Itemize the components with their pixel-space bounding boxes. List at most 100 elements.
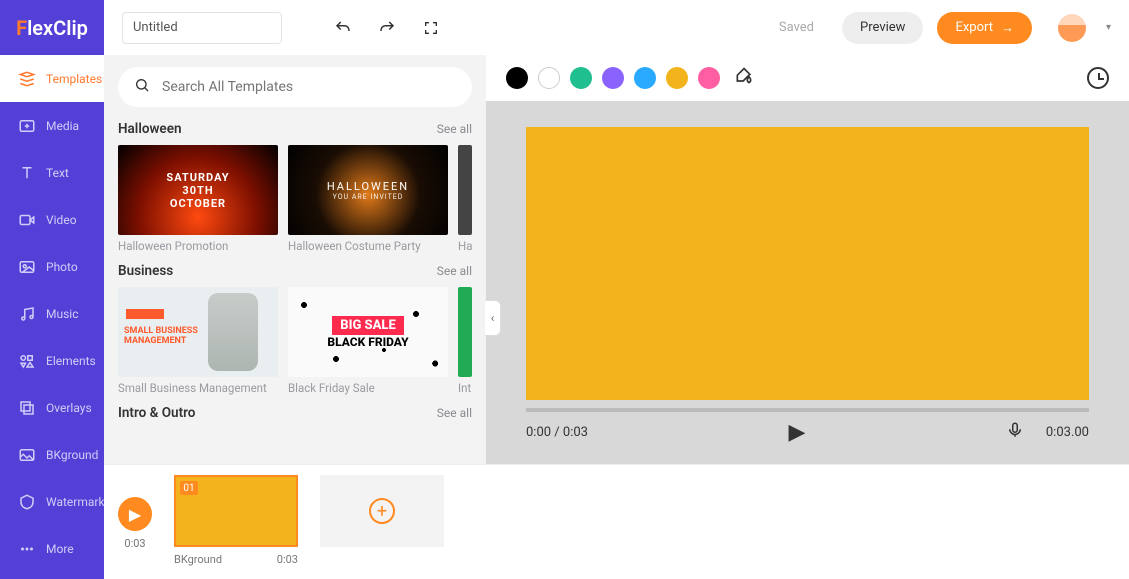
color-swatch-yellow[interactable] [666, 67, 688, 89]
video-icon [18, 211, 36, 229]
template-label: Black Friday Sale [288, 381, 448, 395]
thumb-text: HALLOWEEN [327, 180, 409, 193]
user-avatar[interactable] [1058, 14, 1086, 42]
timeline-clip[interactable]: 01 BKground 0:03 [174, 475, 298, 566]
template-label: Halloween Promotion [118, 239, 278, 253]
see-all-intro[interactable]: See all [437, 406, 472, 420]
search-input[interactable] [162, 79, 456, 95]
sidebar-item-video[interactable]: Video [0, 196, 104, 243]
template-label: Ha [458, 239, 472, 253]
sidebar-item-elements[interactable]: Elements [0, 337, 104, 384]
clip-name: BKground [174, 553, 222, 566]
left-sidebar: FlexClip Templates Media Text Video Phot… [0, 0, 104, 579]
sidebar-item-watermark[interactable]: Watermark [0, 478, 104, 525]
media-icon [18, 117, 36, 135]
redo-button[interactable] [372, 13, 402, 43]
add-scene-button[interactable]: + [320, 475, 444, 547]
see-all-halloween[interactable]: See all [437, 122, 472, 136]
template-thumb [458, 287, 472, 377]
sidebar-item-photo[interactable]: Photo [0, 243, 104, 290]
template-thumb: HALLOWEEN YOU ARE INVITED [288, 145, 448, 235]
project-title-input[interactable] [122, 12, 282, 44]
template-card[interactable]: SMALL BUSINESSMANAGEMENT Small Business … [118, 287, 278, 395]
sidebar-item-label: More [46, 542, 74, 556]
more-icon [18, 540, 36, 558]
timeline-play-button[interactable]: ▶ [118, 497, 152, 531]
template-thumb: SMALL BUSINESSMANAGEMENT [118, 287, 278, 377]
preview-button[interactable]: Preview [842, 12, 923, 44]
sidebar-item-music[interactable]: Music [0, 290, 104, 337]
preview-label: Preview [860, 20, 905, 35]
top-bar: Saved Preview Export → ▾ [104, 0, 1129, 55]
template-thumb: BIG SALE BLACK FRIDAY [288, 287, 448, 377]
record-voice-button[interactable] [1006, 421, 1024, 443]
play-button[interactable]: ▶ [788, 420, 805, 445]
user-menu-caret-icon[interactable]: ▾ [1106, 22, 1111, 33]
color-swatch-black[interactable] [506, 67, 528, 89]
thumb-text: SATURDAY [166, 171, 229, 184]
color-swatch-blue[interactable] [634, 67, 656, 89]
thumb-text: BLACK FRIDAY [327, 335, 408, 349]
thumb-subtext: YOU ARE INVITED [333, 193, 404, 201]
history-button[interactable] [1087, 67, 1109, 89]
sidebar-item-bkground[interactable]: BKground [0, 431, 104, 478]
thumb-badge [126, 309, 164, 319]
sidebar-item-more[interactable]: More [0, 525, 104, 572]
music-icon [18, 305, 36, 323]
plus-icon: + [369, 498, 395, 524]
template-card-partial[interactable]: Int [458, 287, 472, 395]
canvas-area: ‹ [486, 55, 1129, 464]
clip-duration: 0:03 [277, 553, 298, 566]
template-card[interactable]: BIG SALE BLACK FRIDAY Black Friday Sale [288, 287, 448, 395]
export-button[interactable]: Export → [937, 12, 1032, 44]
sidebar-item-templates[interactable]: Templates [0, 55, 108, 102]
template-card[interactable]: SATURDAY 30TH OCTOBER Halloween Promotio… [118, 145, 278, 253]
fullscreen-button[interactable] [416, 13, 446, 43]
template-label: Halloween Costume Party [288, 239, 448, 253]
sidebar-item-media[interactable]: Media [0, 102, 104, 149]
color-picker-button[interactable] [734, 66, 754, 90]
color-swatch-green[interactable] [570, 67, 592, 89]
color-swatch-purple[interactable] [602, 67, 624, 89]
logo-letter: F [16, 16, 27, 40]
panel-collapse-button[interactable]: ‹ [485, 300, 501, 336]
sidebar-item-label: Media [46, 119, 79, 133]
duration-display: 0:03.00 [1046, 425, 1089, 440]
templates-panel: Halloween See all SATURDAY 30TH OCTOBER … [104, 55, 486, 464]
undo-button[interactable] [328, 13, 358, 43]
see-all-business[interactable]: See all [437, 264, 472, 278]
clip-number: 01 [180, 481, 198, 495]
bkground-icon [18, 446, 36, 464]
sidebar-item-text[interactable]: Text [0, 149, 104, 196]
time-total: 0:03 [563, 425, 588, 440]
text-icon [18, 164, 36, 182]
search-bar[interactable] [118, 67, 472, 107]
thumb-text: 30TH [182, 184, 213, 197]
player-controls: 0:00 / 0:03 ▶ 0:03.00 [526, 412, 1089, 452]
sidebar-item-overlays[interactable]: Overlays [0, 384, 104, 431]
timeline-total-time: 0:03 [124, 537, 145, 550]
color-swatch-white[interactable] [538, 67, 560, 89]
stage-area: 0:00 / 0:03 ▶ 0:03.00 [486, 101, 1129, 464]
template-card-partial[interactable]: Ha [458, 145, 472, 253]
thumb-figure [208, 293, 258, 371]
sidebar-item-label: Templates [46, 72, 102, 86]
chevron-left-icon: ‹ [491, 311, 495, 325]
color-swatch-pink[interactable] [698, 67, 720, 89]
thumb-text: BIG SALE [332, 316, 404, 335]
sidebar-item-label: Elements [46, 354, 96, 368]
time-display: 0:00 / 0:03 [526, 425, 588, 440]
logo-rest: lexClip [27, 16, 88, 40]
export-label: Export [955, 20, 993, 35]
mic-icon [1006, 421, 1024, 439]
video-canvas[interactable] [526, 127, 1089, 400]
overlays-icon [18, 399, 36, 417]
search-icon [134, 77, 150, 97]
template-card[interactable]: HALLOWEEN YOU ARE INVITED Halloween Cost… [288, 145, 448, 253]
section-title-business: Business [118, 263, 173, 279]
section-title-intro: Intro & Outro [118, 405, 195, 421]
fill-icon [734, 66, 754, 86]
sidebar-item-label: BKground [46, 448, 98, 462]
template-thumb [458, 145, 472, 235]
template-label: Small Business Management [118, 381, 278, 395]
